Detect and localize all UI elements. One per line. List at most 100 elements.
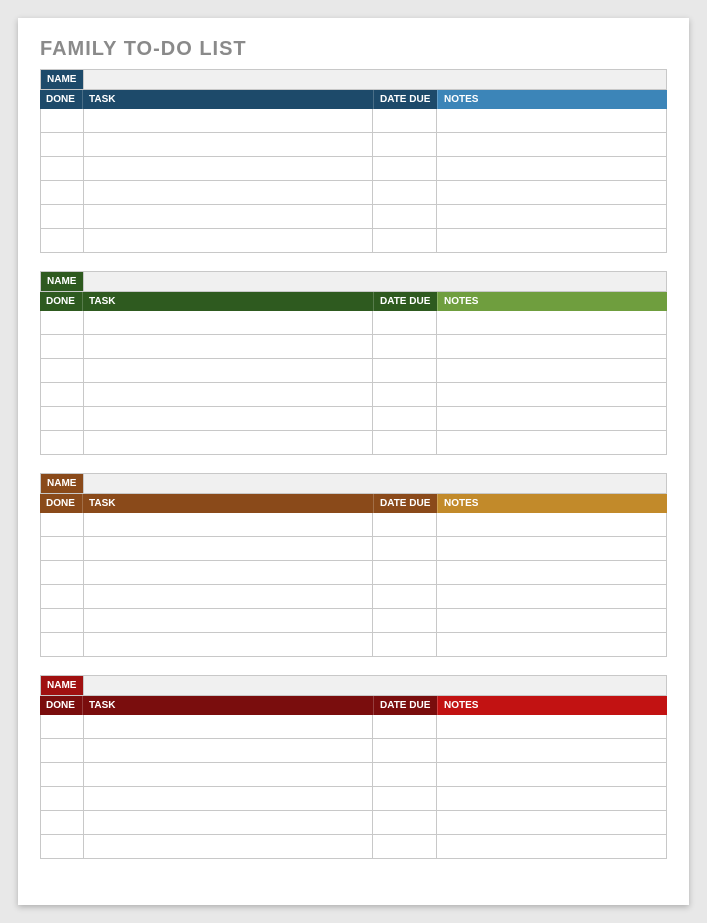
done-input[interactable] — [41, 835, 83, 858]
notes-input[interactable] — [437, 715, 666, 738]
task-input[interactable] — [84, 715, 372, 738]
notes-input[interactable] — [437, 311, 666, 334]
notes-input[interactable] — [437, 133, 666, 156]
notes-input[interactable] — [437, 585, 666, 608]
done-input[interactable] — [41, 181, 83, 204]
done-input[interactable] — [41, 383, 83, 406]
task-input[interactable] — [84, 359, 372, 382]
task-input[interactable] — [84, 513, 372, 536]
notes-input[interactable] — [437, 205, 666, 228]
done-input[interactable] — [41, 811, 83, 834]
date_due-input[interactable] — [373, 763, 436, 786]
date_due-input[interactable] — [373, 383, 436, 406]
date_due-input[interactable] — [373, 109, 436, 132]
notes-input[interactable] — [437, 537, 666, 560]
done-input[interactable] — [41, 359, 83, 382]
date_due-input[interactable] — [373, 739, 436, 762]
done-input[interactable] — [41, 763, 83, 786]
done-input[interactable] — [41, 633, 83, 656]
notes-input[interactable] — [437, 181, 666, 204]
notes-input[interactable] — [437, 787, 666, 810]
task-input[interactable] — [84, 537, 372, 560]
task-input[interactable] — [84, 633, 372, 656]
task-input[interactable] — [84, 835, 372, 858]
task-input[interactable] — [84, 157, 372, 180]
date_due-input[interactable] — [373, 715, 436, 738]
task-input[interactable] — [84, 431, 372, 454]
task-input[interactable] — [84, 311, 372, 334]
task-input[interactable] — [84, 205, 372, 228]
notes-input[interactable] — [437, 633, 666, 656]
notes-input[interactable] — [437, 109, 666, 132]
date_due-input[interactable] — [373, 181, 436, 204]
notes-input[interactable] — [437, 609, 666, 632]
done-input[interactable] — [41, 739, 83, 762]
task-input[interactable] — [84, 229, 372, 252]
task-input[interactable] — [84, 585, 372, 608]
date_due-input[interactable] — [373, 205, 436, 228]
task-input[interactable] — [84, 407, 372, 430]
done-input[interactable] — [41, 537, 83, 560]
task-input[interactable] — [84, 561, 372, 584]
done-input[interactable] — [41, 787, 83, 810]
notes-input[interactable] — [437, 359, 666, 382]
notes-input[interactable] — [437, 739, 666, 762]
date_due-input[interactable] — [373, 811, 436, 834]
date_due-input[interactable] — [373, 633, 436, 656]
name-input[interactable] — [84, 273, 666, 292]
done-input[interactable] — [41, 561, 83, 584]
done-input[interactable] — [41, 133, 83, 156]
date_due-input[interactable] — [373, 835, 436, 858]
notes-input[interactable] — [437, 513, 666, 536]
task-input[interactable] — [84, 133, 372, 156]
done-input[interactable] — [41, 229, 83, 252]
task-input[interactable] — [84, 763, 372, 786]
done-input[interactable] — [41, 157, 83, 180]
notes-input[interactable] — [437, 431, 666, 454]
notes-input[interactable] — [437, 811, 666, 834]
done-input[interactable] — [41, 205, 83, 228]
done-input[interactable] — [41, 715, 83, 738]
notes-input[interactable] — [437, 229, 666, 252]
date_due-input[interactable] — [373, 513, 436, 536]
date_due-input[interactable] — [373, 133, 436, 156]
date_due-input[interactable] — [373, 359, 436, 382]
date_due-input[interactable] — [373, 431, 436, 454]
task-input[interactable] — [84, 787, 372, 810]
done-input[interactable] — [41, 407, 83, 430]
date_due-input[interactable] — [373, 311, 436, 334]
task-input[interactable] — [84, 335, 372, 358]
notes-input[interactable] — [437, 157, 666, 180]
notes-input[interactable] — [437, 763, 666, 786]
notes-input[interactable] — [437, 335, 666, 358]
done-input[interactable] — [41, 513, 83, 536]
name-input[interactable] — [84, 475, 666, 494]
done-input[interactable] — [41, 585, 83, 608]
date_due-input[interactable] — [373, 157, 436, 180]
notes-input[interactable] — [437, 835, 666, 858]
date_due-input[interactable] — [373, 787, 436, 810]
name-input[interactable] — [84, 677, 666, 696]
name-input[interactable] — [84, 71, 666, 90]
task-input[interactable] — [84, 181, 372, 204]
date_due-input[interactable] — [373, 407, 436, 430]
date_due-input[interactable] — [373, 561, 436, 584]
done-input[interactable] — [41, 311, 83, 334]
task-input[interactable] — [84, 811, 372, 834]
date_due-input[interactable] — [373, 335, 436, 358]
date_due-input[interactable] — [373, 229, 436, 252]
date_due-input[interactable] — [373, 537, 436, 560]
task-input[interactable] — [84, 609, 372, 632]
done-input[interactable] — [41, 335, 83, 358]
done-input[interactable] — [41, 109, 83, 132]
date_due-input[interactable] — [373, 585, 436, 608]
done-input[interactable] — [41, 609, 83, 632]
task-input[interactable] — [84, 739, 372, 762]
task-input[interactable] — [84, 109, 372, 132]
done-input[interactable] — [41, 431, 83, 454]
notes-input[interactable] — [437, 383, 666, 406]
task-input[interactable] — [84, 383, 372, 406]
notes-input[interactable] — [437, 561, 666, 584]
date_due-input[interactable] — [373, 609, 436, 632]
notes-input[interactable] — [437, 407, 666, 430]
